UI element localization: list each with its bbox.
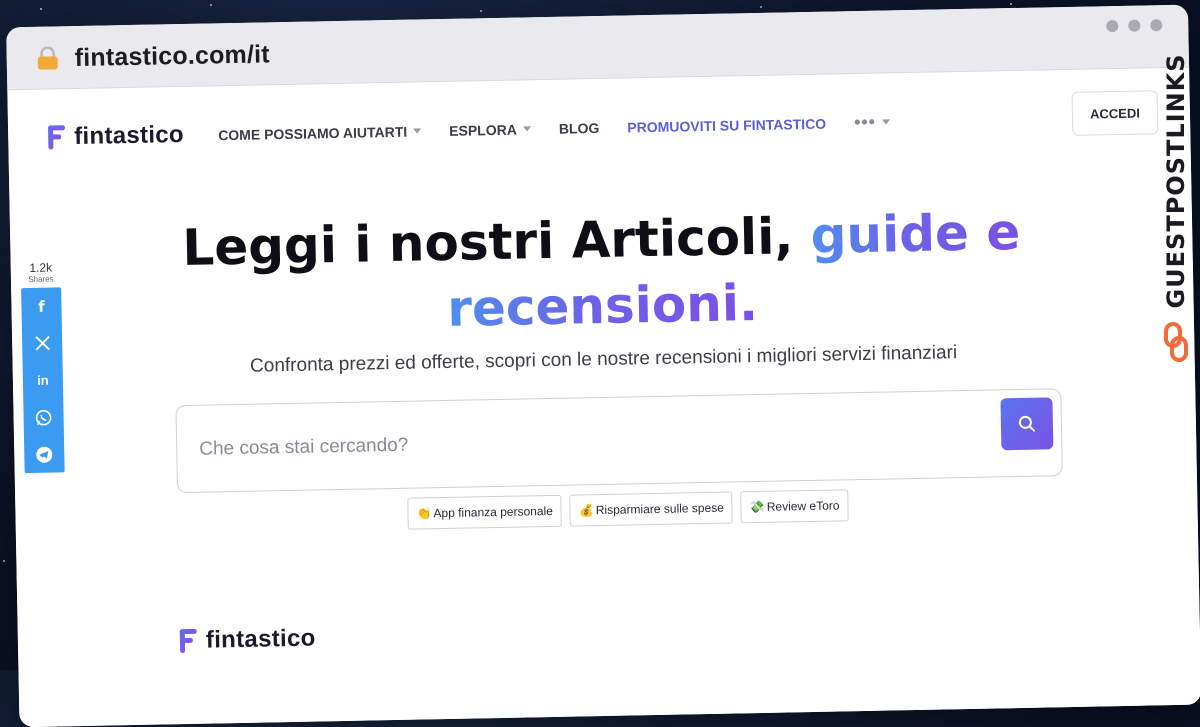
nav-item-esplora[interactable]: ESPLORA <box>449 121 531 139</box>
window-control-dot[interactable] <box>1128 19 1141 32</box>
x-share-button[interactable] <box>22 324 63 362</box>
nav-item-promuoviti[interactable]: PROMUOVITI SU FINTASTICO <box>627 115 826 135</box>
nav-item-label: PROMUOVITI SU FINTASTICO <box>627 115 827 135</box>
money-wings-icon: 💸 <box>749 499 765 515</box>
whatsapp-icon <box>35 409 52 425</box>
hero-title: Leggi i nostri Articoli, guide e recensi… <box>10 196 1194 351</box>
telegram-share-button[interactable] <box>24 435 65 473</box>
telegram-icon <box>36 446 53 463</box>
chain-link-icon <box>1164 322 1188 362</box>
chip-label: Risparmiare sulle spese <box>595 500 724 518</box>
facebook-share-button[interactable]: f <box>21 287 62 325</box>
chevron-down-icon <box>522 126 531 132</box>
star <box>3 560 5 562</box>
site-logo[interactable]: fintastico <box>46 121 184 152</box>
nav-more-menu[interactable]: ••• <box>853 111 891 133</box>
hero-title-highlight: recensioni. <box>446 273 759 338</box>
star <box>40 8 42 10</box>
linkedin-icon: in <box>36 372 49 388</box>
chip-review-etoro[interactable]: 💸 Review eToro <box>740 489 849 524</box>
chevron-down-icon <box>413 128 422 134</box>
logo-text: fintastico <box>73 120 185 151</box>
watermark-text: GUESTPOSTLINKS <box>1162 53 1190 309</box>
search-input[interactable] <box>196 417 962 468</box>
watermark: GUESTPOSTLINKS <box>1154 40 1198 362</box>
star <box>480 10 482 12</box>
window-control-dot[interactable] <box>1106 19 1119 33</box>
browser-window: fintastico.com/it fintastico COME POSSIA… <box>6 4 1200 727</box>
suggestion-chips: 👏 App finanza personale 💰 Risparmiare su… <box>407 489 849 530</box>
nav-item-come-possiamo-aiutarti[interactable]: COME POSSIAMO AIUTARTI <box>218 123 422 143</box>
share-count: 1.2k <box>29 260 53 275</box>
star <box>760 6 762 8</box>
more-dots-icon: ••• <box>853 111 877 133</box>
star <box>1010 3 1012 5</box>
logo-mark-icon <box>179 628 197 654</box>
whatsapp-share-button[interactable] <box>23 398 64 436</box>
nav-item-label: ESPLORA <box>449 121 517 139</box>
window-control-dot[interactable] <box>1150 19 1163 32</box>
share-buttons: f in <box>21 287 65 474</box>
nav-item-blog[interactable]: BLOG <box>559 119 600 136</box>
linkedin-share-button[interactable]: in <box>23 361 64 399</box>
chip-label: Review eToro <box>766 498 840 514</box>
x-icon <box>34 335 50 351</box>
search-box <box>175 388 1063 494</box>
logo-mark-icon <box>48 125 66 150</box>
chip-app-finanza-personale[interactable]: 👏 App finanza personale <box>407 494 563 530</box>
main-nav: COME POSSIAMO AIUTARTI ESPLORA BLOG PROM… <box>218 111 891 145</box>
share-label: Shares <box>28 274 54 284</box>
window-controls <box>1106 19 1163 33</box>
lock-icon <box>37 46 58 70</box>
hero-title-highlight: guide e <box>810 202 1021 265</box>
money-bag-icon: 💰 <box>578 503 594 518</box>
footer-logo[interactable]: fintastico <box>178 625 316 656</box>
chip-risparmiare-sulle-spese[interactable]: 💰 Risparmiare sulle spese <box>569 491 734 527</box>
page-content: fintastico COME POSSIAMO AIUTARTI ESPLOR… <box>7 67 1200 727</box>
chip-label: App finanza personale <box>433 503 554 521</box>
nav-item-label: COME POSSIAMO AIUTARTI <box>218 123 408 143</box>
facebook-icon: f <box>38 297 45 316</box>
clapping-hands-icon: 👏 <box>416 506 432 521</box>
star <box>210 4 212 6</box>
address-bar-url[interactable]: fintastico.com/it <box>74 40 270 73</box>
search-icon <box>1018 415 1036 432</box>
chevron-down-icon <box>881 119 891 125</box>
login-button[interactable]: ACCEDI <box>1071 90 1159 136</box>
logo-text: fintastico <box>205 624 316 654</box>
hero-title-plain: Leggi i nostri Articoli, <box>181 206 812 277</box>
search-button[interactable] <box>1000 397 1054 451</box>
nav-item-label: BLOG <box>558 119 600 137</box>
share-sidebar: 1.2k Shares f in <box>21 260 65 474</box>
